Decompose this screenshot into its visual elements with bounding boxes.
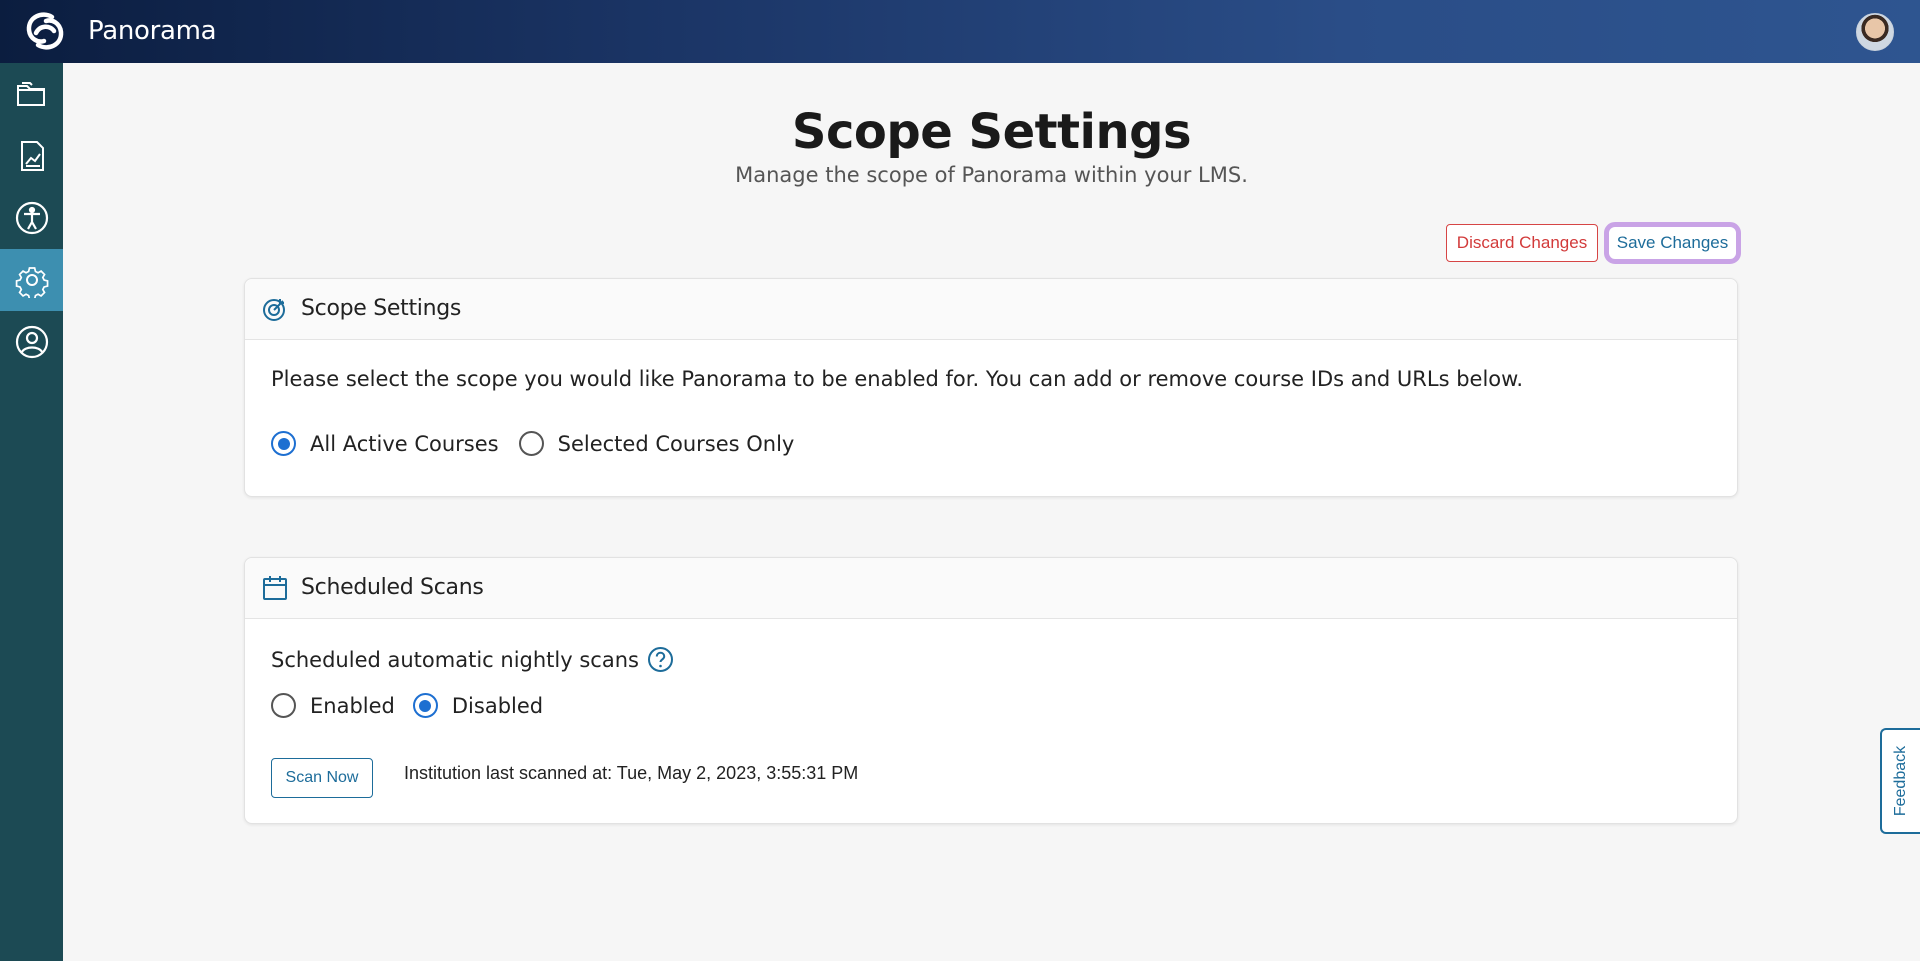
card-header: Scheduled Scans (245, 558, 1737, 619)
discard-changes-button[interactable]: Discard Changes (1446, 224, 1598, 262)
gear-icon (15, 267, 48, 298)
radio-label: Selected Courses Only (557, 431, 795, 456)
scans-disabled-radio[interactable] (412, 693, 438, 718)
last-scanned-text: Institution last scanned at: Tue, May 2,… (404, 763, 859, 783)
page-subtitle: Manage the scope of Panorama within your… (735, 163, 1248, 187)
all-active-courses-radio[interactable] (271, 431, 296, 456)
user-circle-icon (15, 325, 48, 359)
user-avatar[interactable] (1856, 13, 1894, 51)
scan-now-button[interactable]: Scan Now (271, 758, 373, 798)
selected-courses-only-radio[interactable] (518, 431, 544, 456)
radio-label: Enabled (310, 693, 395, 718)
page-title: Scope Settings (791, 104, 1192, 160)
feedback-tab[interactable]: Feedback (1880, 728, 1920, 834)
sidebar (0, 63, 63, 961)
sidebar-item-folders[interactable] (0, 63, 63, 125)
panorama-logo-icon[interactable] (24, 11, 66, 51)
accessibility-icon (15, 201, 48, 235)
app-title: Panorama (88, 16, 217, 46)
card-title: Scheduled Scans (301, 575, 484, 600)
scan-options: Enabled Disabled (271, 693, 543, 718)
scope-description: Please select the scope you would like P… (271, 367, 1524, 391)
sidebar-item-account[interactable] (0, 311, 63, 373)
scope-options: All Active Courses Selected Courses Only (271, 431, 794, 456)
sidebar-item-settings[interactable] (0, 249, 63, 311)
nightly-scans-row: Scheduled automatic nightly scans (271, 646, 674, 673)
sidebar-item-accessibility[interactable] (0, 187, 63, 249)
save-changes-button[interactable]: Save Changes (1604, 222, 1741, 264)
card-title: Scope Settings (301, 296, 462, 321)
top-bar: Panorama (0, 0, 1920, 63)
scheduled-scans-card: Scheduled Scans Scheduled automatic nigh… (244, 557, 1738, 824)
target-icon (263, 299, 285, 321)
feedback-label: Feedback (1892, 745, 1910, 817)
radio-label: Disabled (451, 693, 544, 718)
radio-label: All Active Courses (310, 431, 499, 456)
help-icon[interactable] (647, 646, 674, 673)
sidebar-item-reports[interactable] (0, 125, 63, 187)
chart-report-icon (20, 141, 44, 171)
calendar-icon (263, 576, 287, 600)
folder-icon (16, 82, 45, 106)
card-header: Scope Settings (245, 279, 1737, 340)
nightly-scans-label: Scheduled automatic nightly scans (271, 647, 639, 672)
scope-settings-card: Scope Settings Please select the scope y… (244, 278, 1738, 497)
scans-enabled-radio[interactable] (271, 693, 296, 718)
